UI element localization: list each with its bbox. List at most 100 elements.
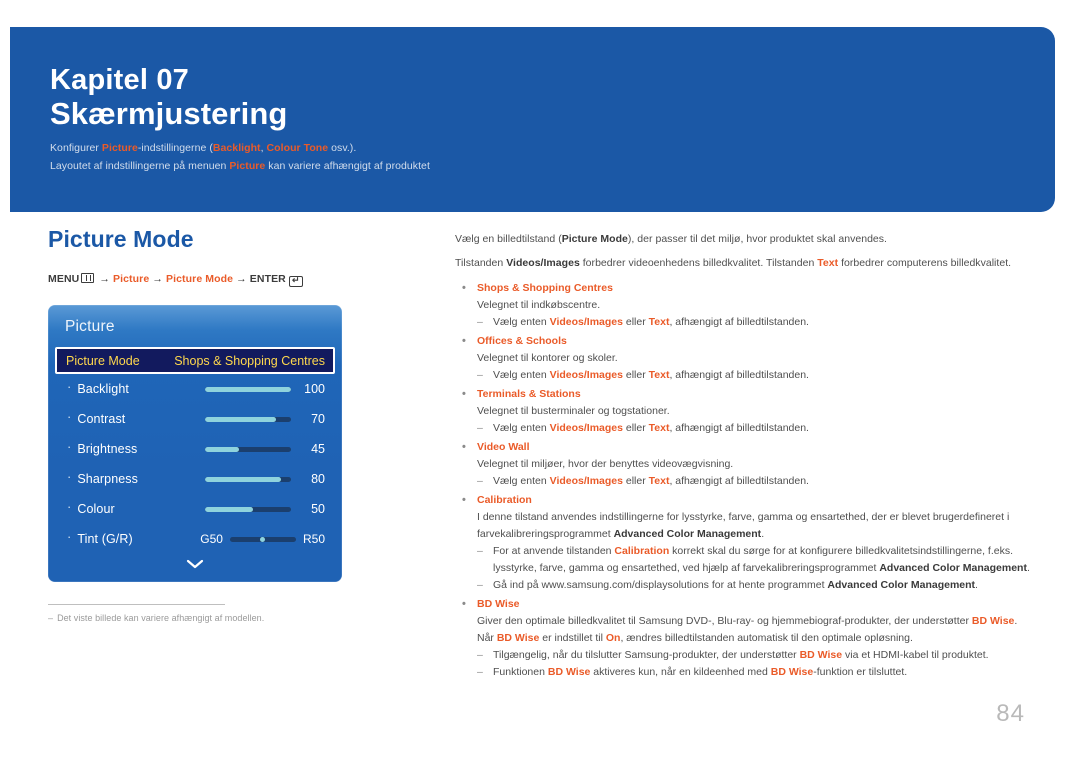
osd-slider-fill <box>205 386 291 392</box>
osd-row-tint[interactable]: · Tint (G/R) G50 R50 <box>48 524 342 554</box>
banner-note-text: kan variere afhængigt af produktet <box>265 160 430 173</box>
menu-path-enter-label: ENTER <box>249 273 286 286</box>
bullet-icon: • <box>462 597 466 610</box>
footnote-line: ‒ Det viste billede kan variere afhængigt… <box>48 613 264 623</box>
heading-text: Video Wall <box>477 440 530 453</box>
list-item-subnote: ‒ Vælg enten Videos/Images eller Text, af… <box>455 473 1035 490</box>
osd-row-label: Colour <box>77 502 115 517</box>
left-footnote: ‒ Det viste billede kan variere afhængigt… <box>48 604 264 623</box>
list-item-body: Giver den optimale billedkvalitet til Sa… <box>455 613 1035 647</box>
bold-advanced-color-management: Advanced Color Management <box>613 527 762 540</box>
text: , afhængigt af billedtilstanden. <box>669 421 809 434</box>
osd-row-picture-mode-selected[interactable]: Picture Mode Shops & Shopping Centres <box>55 347 335 375</box>
bold-picture-mode: Picture Mode <box>561 233 628 245</box>
bullet-icon: • <box>462 493 466 506</box>
osd-slider-fill <box>205 446 240 452</box>
banner-note-line-2: Layoutet af indstillingerne på menuen Pi… <box>50 159 1035 174</box>
osd-row-control[interactable]: 50 <box>205 502 325 516</box>
dash-icon: ‒ <box>477 315 483 328</box>
menu-path-arrow: → <box>236 273 247 286</box>
list-item-offices-schools: • Offices & Schools Velegnet til kontorer… <box>455 333 1035 384</box>
list-item-heading: • Shops & Shopping Centres <box>455 280 1035 297</box>
osd-slider-tint[interactable] <box>229 536 296 542</box>
osd-row-contrast[interactable]: · Contrast 70 <box>48 404 342 434</box>
accent-text: Text <box>648 368 670 381</box>
osd-row-control[interactable]: 45 <box>205 442 325 456</box>
osd-row-value: 80 <box>311 472 325 487</box>
dash-icon: ‒ <box>477 578 483 591</box>
chapter-banner-content: Kapitel 07 Skærmjustering Konfigurer Pic… <box>50 64 1035 174</box>
banner-note-text: osv.). <box>328 142 357 155</box>
accent-text: Text <box>648 315 670 328</box>
osd-tint-right-end: R50 <box>302 532 325 547</box>
text: eller <box>622 474 649 487</box>
osd-row-control[interactable]: 80 <box>205 472 325 486</box>
text: Vælg en billedtilstand ( <box>455 233 562 245</box>
accent-text: Text <box>817 256 839 269</box>
bold-videos-images: Videos/Images <box>506 256 580 269</box>
osd-slider-backlight[interactable] <box>205 386 291 392</box>
list-item-subnote: ‒ Funktionen BD Wise aktiveres kun, når e… <box>455 664 1035 681</box>
osd-tint-left-end: G50 <box>200 532 223 547</box>
chapter-kicker: Kapitel 07 <box>50 64 189 96</box>
bullet-icon: • <box>462 281 466 294</box>
banner-note-line-1: Konfigurer Picture-indstillingerne (Back… <box>50 141 1035 156</box>
text: eller <box>622 421 649 434</box>
accent-videos-images: Videos/Images <box>549 421 623 434</box>
menu-grid-icon <box>81 273 95 284</box>
text: eller <box>622 315 649 328</box>
list-item-heading: • Terminals & Stations <box>455 386 1035 403</box>
text: ), der passer til det miljø, hvor produk… <box>627 233 887 245</box>
accent-on: On <box>605 631 621 644</box>
lead-paragraph-2: Tilstanden Videos/Images forbedrer video… <box>455 256 1035 272</box>
list-item-bd-wise: • BD Wise Giver den optimale billedkvalit… <box>455 596 1035 681</box>
text: forbedrer videoenhedens billedkvalitet. … <box>579 256 818 269</box>
chevron-down-icon[interactable] <box>48 556 342 572</box>
osd-picture-menu-panel: Picture Picture Mode Shops & Shopping Ce… <box>48 305 342 583</box>
accent-text: Text <box>648 474 670 487</box>
osd-slider-brightness[interactable] <box>205 446 291 452</box>
list-item-shops-shopping-centres: • Shops & Shopping Centres Velegnet til i… <box>455 280 1035 331</box>
osd-row-brightness[interactable]: · Brightness 45 <box>48 434 342 464</box>
list-item-subnote: ‒ Vælg enten Videos/Images eller Text, af… <box>455 420 1035 437</box>
page-number: 84 <box>996 700 1025 727</box>
chapter-banner: Kapitel 07 Skærmjustering Konfigurer Pic… <box>10 27 1055 212</box>
menu-path-step-picture: Picture <box>113 273 150 286</box>
osd-slider-colour[interactable] <box>205 506 291 512</box>
menu-path-step-picture-mode: Picture Mode <box>165 273 234 286</box>
list-item-subnote: ‒ Vælg enten Videos/Images eller Text, af… <box>455 367 1035 384</box>
osd-row-control[interactable]: G50 R50 <box>200 532 325 546</box>
list-item-terminals-stations: • Terminals & Stations Velegnet til buste… <box>455 386 1035 437</box>
banner-note-text: Konfigurer <box>50 142 102 155</box>
osd-slider-thumb <box>260 536 266 542</box>
heading-text: Shops & Shopping Centres <box>477 281 613 294</box>
text: , ændres billedtilstanden automatisk til… <box>620 631 913 644</box>
osd-row-value: 70 <box>311 412 325 427</box>
text: . <box>1026 561 1030 574</box>
text: Tilgængelig, når du tilslutter Samsung-p… <box>493 648 800 661</box>
osd-slider-contrast[interactable] <box>205 416 291 422</box>
text: Vælg enten <box>493 315 550 328</box>
osd-row-backlight[interactable]: · Backlight 100 <box>48 374 342 404</box>
osd-slider-sharpness[interactable] <box>205 476 291 482</box>
osd-row-label: Sharpness <box>77 472 139 487</box>
list-item-heading: • Offices & Schools <box>455 333 1035 350</box>
osd-row-control[interactable]: 100 <box>205 382 325 396</box>
dash-icon: ‒ <box>477 665 483 678</box>
text: Gå ind på www.samsung.com/displaysolutio… <box>493 578 828 591</box>
osd-row-value: 50 <box>311 502 325 517</box>
list-item-subnote: ‒ Gå ind på www.samsung.com/displaysoluti… <box>455 577 1035 594</box>
enter-key-glyph: ↵ <box>292 275 300 286</box>
list-item-video-wall: • Video Wall Velegnet til miljøer, hvor d… <box>455 439 1035 490</box>
osd-row-colour[interactable]: · Colour 50 <box>48 494 342 524</box>
left-column: Picture Mode MENU → Picture → Picture Mo… <box>48 226 408 623</box>
text: aktiveres kun, når en kildeenhed med <box>590 665 771 678</box>
osd-row-sharpness[interactable]: · Sharpness 80 <box>48 464 342 494</box>
text: Funktionen <box>493 665 548 678</box>
list-item-calibration: • Calibration I denne tilstand anvendes i… <box>455 492 1035 594</box>
chapter-title: Skærmjustering <box>50 96 288 132</box>
osd-slider-fill <box>205 416 276 422</box>
heading-text: BD Wise <box>477 597 520 610</box>
page-title: Picture Mode <box>48 226 194 252</box>
osd-row-control[interactable]: 70 <box>205 412 325 426</box>
